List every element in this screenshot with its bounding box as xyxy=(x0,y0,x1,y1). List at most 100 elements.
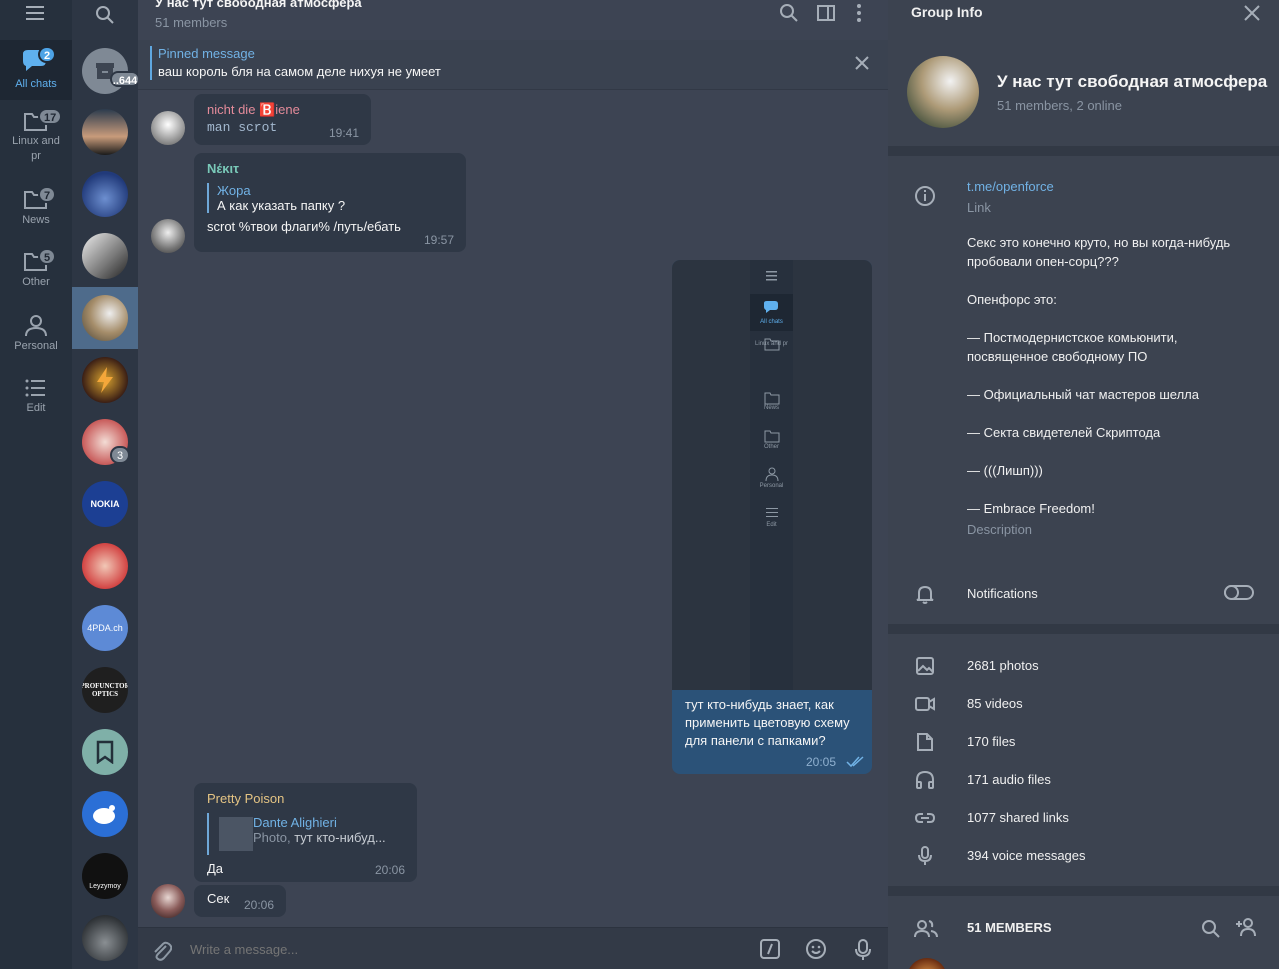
group-status: 51 members, 2 online xyxy=(997,98,1123,113)
chat-avatar[interactable] xyxy=(82,295,128,341)
folder-linux[interactable]: 17 Linux and pr xyxy=(0,108,72,178)
message-author[interactable]: nicht die 🅱️iene xyxy=(207,100,358,120)
video-icon xyxy=(914,693,936,715)
message-photo[interactable]: All chats Linux and pr News Other Person… xyxy=(672,260,872,690)
close-icon[interactable] xyxy=(1242,3,1262,26)
search-icon[interactable] xyxy=(94,4,116,29)
reply-preview[interactable]: Dante Alighieri Photo, тут кто-нибуд... xyxy=(207,813,404,855)
bookmark-icon xyxy=(96,740,114,764)
message-text: scrot %твои флаги% /путь/ебать xyxy=(207,219,401,234)
notifications-label: Notifications xyxy=(967,586,1038,601)
notifications-toggle[interactable] xyxy=(1224,585,1254,600)
pinned-message-bar[interactable]: Pinned message ваш король бля на самом д… xyxy=(138,40,888,90)
group-name: У нас тут свободная атмосфера xyxy=(997,72,1268,91)
reply-author: Dante Alighieri xyxy=(253,815,337,830)
user-avatar[interactable] xyxy=(151,111,185,145)
reply-prefix: Photo, xyxy=(253,830,291,845)
folder-other[interactable]: 5 Other xyxy=(0,248,72,298)
members-icon xyxy=(914,918,938,940)
folder-all-chats[interactable]: 2 All chats xyxy=(0,40,72,100)
folder-label: All chats xyxy=(15,78,57,90)
folder-icon xyxy=(764,392,780,405)
message-author[interactable]: Nέκιτ xyxy=(207,159,453,179)
pinned-text: ваш король бля на самом деле нихуя не ум… xyxy=(158,64,441,79)
reply-author: Жора xyxy=(217,183,251,198)
chat-avatar-xfce[interactable] xyxy=(82,791,128,837)
unread-badge: 3 xyxy=(110,446,130,464)
chat-avatar[interactable] xyxy=(82,543,128,589)
info-icon xyxy=(914,185,936,207)
folder-label: Personal xyxy=(14,340,58,352)
file-icon xyxy=(914,731,936,753)
media-videos[interactable]: 85 videos xyxy=(967,696,1023,711)
photo-folder-label: Personal xyxy=(759,483,784,489)
group-avatar[interactable] xyxy=(907,56,979,128)
user-avatar[interactable] xyxy=(151,219,185,253)
chat-avatar-4pda[interactable]: 4PDA.ch xyxy=(82,605,128,651)
mic-icon[interactable] xyxy=(852,938,874,965)
message-text: тут кто-нибудь знает, как применить цвет… xyxy=(685,697,850,748)
reply-thumbnail xyxy=(219,817,253,851)
search-members-icon[interactable] xyxy=(1200,918,1222,943)
folder-label: Other xyxy=(22,276,50,288)
media-links[interactable]: 1077 shared links xyxy=(967,810,1069,825)
chat-avatar[interactable] xyxy=(82,915,128,961)
message-author[interactable]: Pretty Poison xyxy=(207,789,404,809)
chat-avatar-profunctor[interactable]: PROFUNCTOR OPTICS xyxy=(82,667,128,713)
media-voice[interactable]: 394 voice messages xyxy=(967,848,1086,863)
message-time: 19:57 xyxy=(423,233,454,247)
chat-avatar[interactable] xyxy=(82,233,128,279)
photo-folder-label: All chats xyxy=(760,319,783,325)
divider xyxy=(888,624,1279,634)
close-icon[interactable] xyxy=(853,54,871,75)
search-icon[interactable] xyxy=(778,2,800,27)
sidebar-toggle-icon[interactable] xyxy=(815,2,837,27)
folder-personal[interactable]: Personal xyxy=(0,312,72,362)
outgoing-message: All chats Linux and pr News Other Person… xyxy=(672,260,872,774)
user-avatar[interactable] xyxy=(151,884,185,918)
message: nicht die 🅱️iene man scrot 19:41 xyxy=(194,94,371,145)
group-link[interactable]: t.me/openforce xyxy=(967,177,1054,196)
folder-news[interactable]: 7 News xyxy=(0,186,72,236)
reply-preview[interactable]: Жора А как указать папку ? xyxy=(207,183,453,213)
media-audio[interactable]: 171 audio files xyxy=(967,772,1051,787)
message-time: 20:06 xyxy=(374,863,405,877)
double-check-icon xyxy=(846,756,864,768)
chat-title[interactable]: У нас тут свободная атмосфера xyxy=(155,0,362,10)
add-member-icon[interactable] xyxy=(1235,916,1259,941)
chat-avatar[interactable] xyxy=(82,357,128,403)
media-files[interactable]: 170 files xyxy=(967,734,1015,749)
reply-text: тут кто-нибуд... xyxy=(290,830,386,845)
person-icon xyxy=(765,467,779,482)
description-line: — Постмодернистское комьюнити, посвященн… xyxy=(967,330,1178,364)
chat-avatar[interactable] xyxy=(82,109,128,155)
commands-icon[interactable] xyxy=(759,938,781,963)
emoji-icon[interactable] xyxy=(805,938,827,963)
message: Сек 20:06 xyxy=(194,885,286,917)
chat-avatar-leyzymoy[interactable]: Leyzymoy xyxy=(82,853,128,899)
composer xyxy=(138,927,888,969)
lightning-icon xyxy=(97,367,113,393)
more-icon[interactable] xyxy=(855,2,863,27)
chat-header: У нас тут свободная атмосфера 51 members xyxy=(138,0,888,40)
member-avatar[interactable] xyxy=(907,958,947,969)
link-label: Link xyxy=(967,200,991,215)
menu-icon xyxy=(766,271,777,281)
chat-avatar-nokia[interactable]: NOKIA xyxy=(82,481,128,527)
message: Pretty Poison Dante Alighieri Photo, тут… xyxy=(194,783,417,882)
media-photos[interactable]: 2681 photos xyxy=(967,658,1039,673)
mouse-logo-icon xyxy=(93,805,115,824)
folder-edit[interactable]: Edit xyxy=(0,376,72,426)
reply-text: А как указать папку ? xyxy=(217,198,346,213)
chat-area: У нас тут свободная атмосфера 51 members… xyxy=(138,0,888,969)
attach-icon[interactable] xyxy=(150,938,173,965)
chat-avatar[interactable] xyxy=(82,171,128,217)
folder-label: Linux and pr xyxy=(12,135,60,162)
photo-folder-label: Other xyxy=(763,444,779,450)
saved-messages-avatar[interactable] xyxy=(82,729,128,775)
menu-icon[interactable] xyxy=(24,4,48,22)
folder-label: News xyxy=(22,214,50,226)
mic-icon xyxy=(914,845,936,867)
list-icon xyxy=(766,508,778,517)
message-input[interactable] xyxy=(190,936,730,962)
